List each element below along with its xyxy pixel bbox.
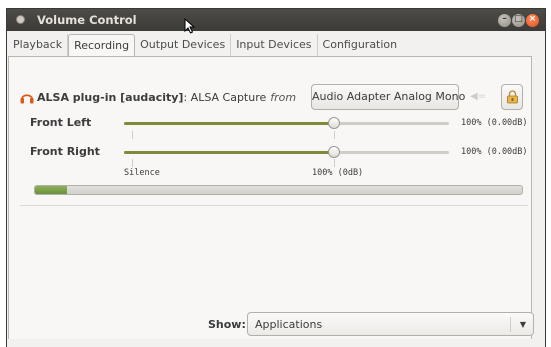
show-label: Show: [208,318,246,331]
scale-label-100: 100% (0dB) [312,168,364,178]
tick-silence [132,131,133,139]
title-bar[interactable]: Volume Control – □ × [7,9,545,34]
stream-name: ALSA plug-in [audacity] [37,90,184,104]
dropdown-separator [510,317,511,332]
stream-description: : ALSA Capture [183,90,267,104]
channel-label-front-right: Front Right [30,145,100,158]
tick-100 [334,131,335,139]
channel-label-front-left: Front Left [30,116,92,129]
stream-from-label: from [270,90,297,104]
close-button[interactable]: × [526,14,539,27]
tick-silence-lower [132,159,133,167]
level-meter-fill [35,186,67,194]
minimize-button[interactable]: – [498,14,511,27]
maximize-button[interactable]: □ [512,14,525,27]
speaker-mute-icon[interactable]: ◀= [467,88,489,106]
slider-fill-front-left [124,122,334,125]
stream-header: ALSA plug-in [audacity] : ALSA Capture f… [20,88,296,106]
tab-configuration[interactable]: Configuration [318,34,403,56]
tab-recording[interactable]: Recording [68,34,136,57]
show-dropdown[interactable]: Applications ▼ [247,312,534,336]
headphones-icon [20,93,34,103]
level-meter [34,185,523,195]
channel-value-front-left: 100% (0.00dB) [461,118,528,128]
tab-input-devices[interactable]: Input Devices [231,34,318,56]
source-device-button[interactable]: Audio Adapter Analog Mono [311,84,465,110]
scale-label-silence: Silence [124,168,160,178]
lock-channels-button[interactable] [501,84,523,110]
slider-front-right[interactable] [124,146,449,158]
lock-channels-icon [507,90,518,104]
tick-100-lower [334,159,335,167]
slider-knob-front-right[interactable] [328,146,340,158]
channel-value-front-right: 100% (0.00dB) [461,147,528,157]
window-menu-icon[interactable] [16,15,25,24]
slider-front-left[interactable] [124,117,449,129]
slider-fill-front-right [124,151,334,154]
tab-playback[interactable]: Playback [8,34,69,56]
show-dropdown-value: Applications [255,318,323,331]
stream-separator [20,205,528,206]
chevron-down-icon: ▼ [519,320,526,329]
tab-bar: Playback Recording Output Devices Input … [8,34,403,57]
tab-output-devices[interactable]: Output Devices [135,34,232,56]
mouse-cursor-icon [184,18,196,34]
slider-knob-front-left[interactable] [328,117,340,129]
window-title: Volume Control [37,13,137,27]
